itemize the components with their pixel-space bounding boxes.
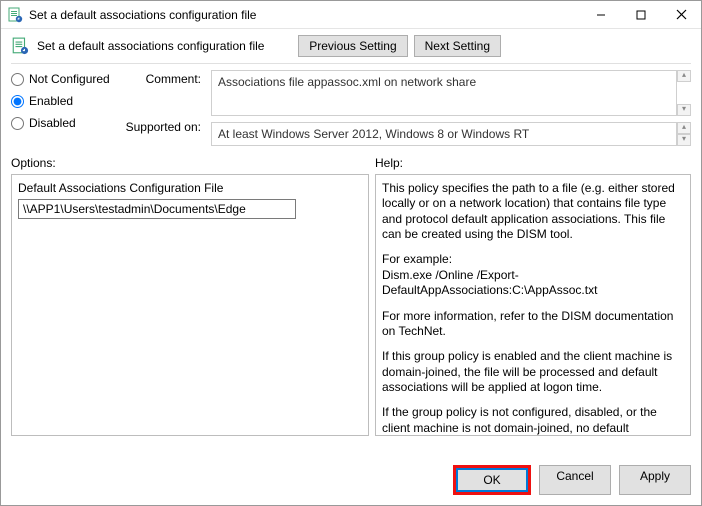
option-field-input[interactable] [18,199,296,219]
radio-not-configured-input[interactable] [11,73,24,86]
radio-disabled-label: Disabled [29,116,76,130]
dialog-footer: OK Cancel Apply [453,465,691,495]
ok-button[interactable]: OK [456,468,528,492]
supported-step-up[interactable]: ▴ [677,122,691,134]
supported-on-label: Supported on: [121,120,201,134]
supported-step-down[interactable]: ▾ [677,134,691,146]
radio-disabled-input[interactable] [11,117,24,130]
comment-step-down[interactable]: ▾ [677,104,691,116]
help-heading: Help: [375,156,691,170]
help-paragraph: For more information, refer to the DISM … [382,309,684,340]
titlebar: Set a default associations configuration… [1,1,701,29]
options-pane: Default Associations Configuration File [11,174,369,436]
options-heading: Options: [11,156,375,170]
help-paragraph: If this group policy is enabled and the … [382,349,684,395]
help-paragraph: This policy specifies the path to a file… [382,181,684,242]
cancel-button[interactable]: Cancel [539,465,611,495]
policy-icon [11,37,29,55]
help-pane: This policy specifies the path to a file… [375,174,691,436]
comment-step-up[interactable]: ▴ [677,70,691,82]
maximize-button[interactable] [621,1,661,28]
app-icon [7,7,23,23]
radio-enabled-input[interactable] [11,95,24,108]
minimize-button[interactable] [581,1,621,28]
option-field-label: Default Associations Configuration File [18,181,362,195]
previous-setting-button[interactable]: Previous Setting [298,35,407,57]
help-paragraph: If the group policy is not configured, d… [382,405,684,436]
supported-on-text: At least Windows Server 2012, Windows 8 … [218,127,529,141]
radio-enabled[interactable]: Enabled [11,94,111,108]
radio-enabled-label: Enabled [29,94,73,108]
next-setting-button[interactable]: Next Setting [414,35,501,57]
separator [11,63,691,64]
comment-label: Comment: [121,72,201,86]
supported-stepper: ▴ ▾ [677,122,691,146]
window-title: Set a default associations configuration… [29,8,581,22]
comment-stepper: ▴ ▾ [677,70,691,116]
close-button[interactable] [661,1,701,28]
policy-title: Set a default associations configuration… [37,39,264,53]
apply-button[interactable]: Apply [619,465,691,495]
radio-not-configured-label: Not Configured [29,72,110,86]
dialog-window: Set a default associations configuration… [0,0,702,506]
supported-on-field: At least Windows Server 2012, Windows 8 … [211,122,677,146]
comment-textarea[interactable] [211,70,677,116]
radio-not-configured[interactable]: Not Configured [11,72,111,86]
window-buttons [581,1,701,28]
ok-highlight: OK [453,465,531,495]
radio-disabled[interactable]: Disabled [11,116,111,130]
help-paragraph: For example:Dism.exe /Online /Export-Def… [382,252,684,298]
